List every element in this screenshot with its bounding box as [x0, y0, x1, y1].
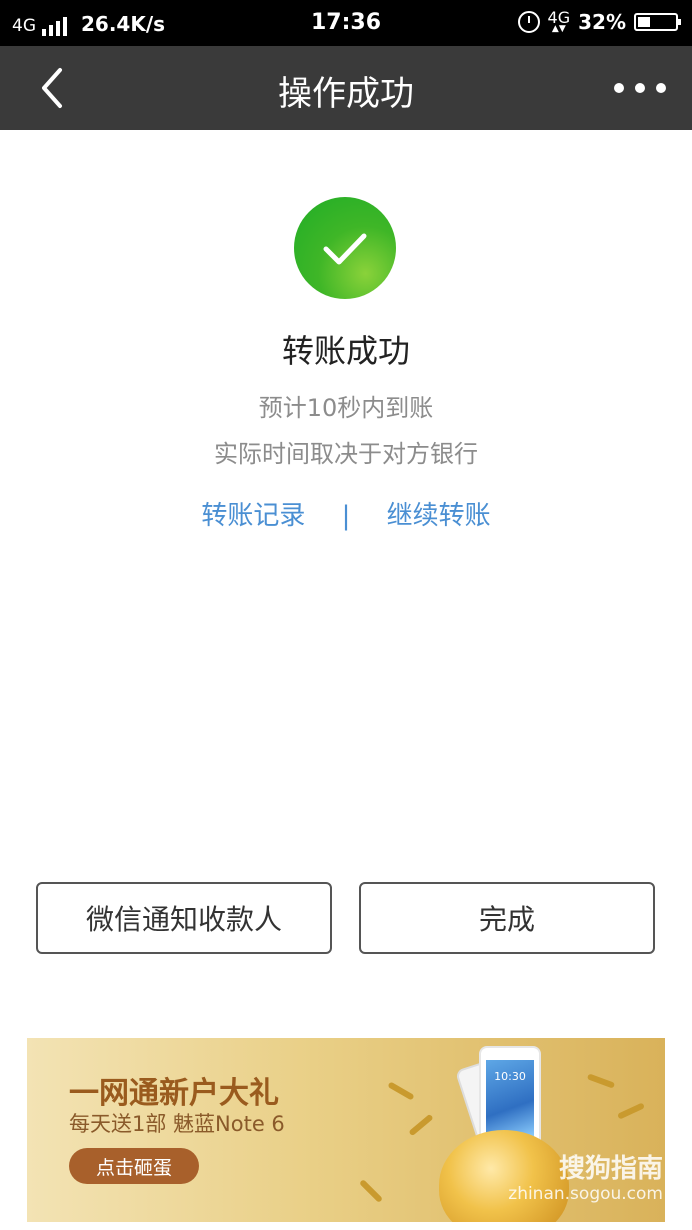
ribbon-decoration: [387, 1081, 415, 1101]
back-button[interactable]: [30, 64, 78, 112]
banner-title: 一网通新户大礼: [69, 1076, 279, 1111]
battery-percent: 32%: [578, 10, 626, 34]
nav-bar: 操作成功: [0, 46, 692, 130]
check-circle-icon: [294, 197, 396, 299]
ribbon-decoration: [586, 1073, 616, 1089]
chevron-left-icon: [42, 68, 62, 108]
network-type-right: 4G ▲▼: [547, 8, 571, 34]
result-links: 转账记录 | 继续转账: [0, 495, 692, 532]
promo-banner[interactable]: 一网通新户大礼 每天送1部 魅蓝Note 6 点击砸蛋 10:30 搜狗指南 z…: [27, 1038, 665, 1222]
smash-egg-button[interactable]: 点击砸蛋: [69, 1148, 199, 1184]
more-horizontal-icon: [614, 83, 624, 93]
notify-payee-button[interactable]: 微信通知收款人: [36, 882, 332, 954]
result-note: 实际时间取决于对方银行: [214, 440, 478, 468]
result-title: 转账成功: [281, 332, 410, 370]
transfer-records-link[interactable]: 转账记录: [201, 501, 305, 531]
status-bar: 4G 26.4K/s 17:36 4G ▲▼ 32%: [0, 0, 692, 46]
ribbon-decoration: [617, 1102, 645, 1120]
result-eta: 预计10秒内到账: [258, 394, 434, 422]
ribbon-decoration: [358, 1178, 384, 1204]
more-button[interactable]: [614, 70, 666, 106]
continue-transfer-link[interactable]: 继续转账: [387, 501, 491, 531]
checkmark-icon: [323, 233, 367, 265]
ribbon-decoration: [408, 1113, 434, 1137]
phone-screen: 10:30: [486, 1060, 534, 1138]
done-button[interactable]: 完成: [359, 882, 655, 954]
banner-subtitle: 每天送1部 魅蓝Note 6: [69, 1112, 285, 1136]
alarm-icon: [517, 11, 540, 33]
battery-icon: [634, 13, 681, 31]
page-title: 操作成功: [278, 74, 414, 114]
link-separator: |: [341, 501, 351, 531]
status-right: 4G ▲▼ 32%: [517, 8, 681, 34]
watermark-url: zhinan.sogou.com: [508, 1184, 663, 1204]
golden-egg-image: [439, 1130, 569, 1222]
watermark-brand: 搜狗指南: [558, 1154, 663, 1184]
